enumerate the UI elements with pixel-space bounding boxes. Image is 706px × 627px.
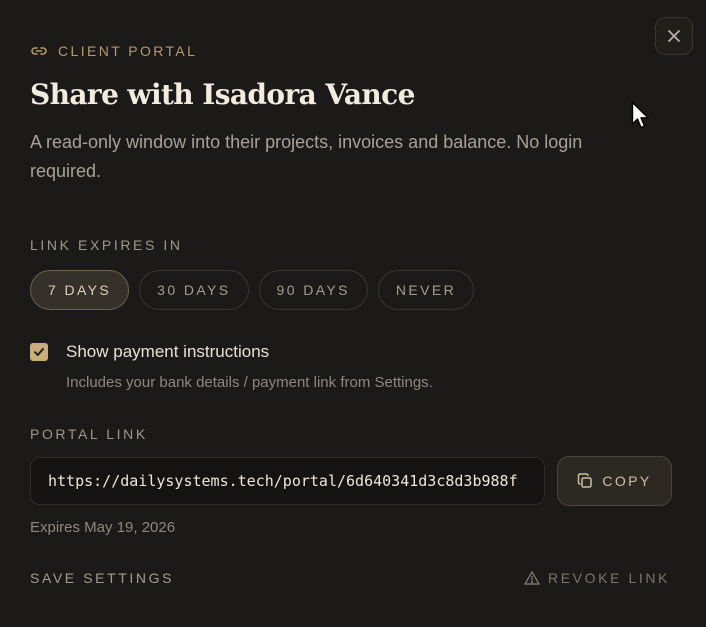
dialog-title: Share with Isadora Vance <box>30 78 415 111</box>
expiry-option-7-days[interactable]: 7 DAYS <box>30 270 130 310</box>
checkmark-icon <box>33 346 45 358</box>
close-button[interactable] <box>655 17 693 55</box>
save-settings-button[interactable]: SAVE SETTINGS <box>30 570 174 586</box>
payment-instructions-toggle[interactable]: Show payment instructions <box>30 342 269 362</box>
expiry-option-30-days[interactable]: 30 DAYS <box>139 270 249 310</box>
revoke-link-button[interactable]: REVOKE LINK <box>524 570 670 586</box>
revoke-button-label: REVOKE LINK <box>548 570 670 586</box>
copy-button-label: COPY <box>602 473 652 489</box>
link-expiry-text: Expires May 19, 2026 <box>30 519 176 536</box>
payment-instructions-checkbox[interactable] <box>30 343 48 361</box>
payment-instructions-label: Show payment instructions <box>66 342 270 361</box>
dialog-subtitle: A read-only window into their projects, … <box>30 132 583 181</box>
portal-link-field[interactable] <box>30 457 545 505</box>
expiry-option-90-days[interactable]: 90 DAYS <box>258 270 368 310</box>
eyebrow-label: CLIENT PORTAL <box>58 43 198 59</box>
expiry-section-label: LINK EXPIRES IN <box>30 237 183 253</box>
mouse-cursor-icon <box>631 101 651 131</box>
portal-link-input[interactable] <box>48 472 528 490</box>
copy-link-button[interactable]: COPY <box>557 456 672 506</box>
close-icon <box>667 29 681 43</box>
dialog-eyebrow: CLIENT PORTAL <box>30 42 197 60</box>
expiry-options: 7 DAYS 30 DAYS 90 DAYS NEVER <box>30 270 475 310</box>
portal-link-label: PORTAL LINK <box>30 426 148 442</box>
warning-icon <box>524 570 540 586</box>
copy-icon <box>577 473 593 489</box>
payment-instructions-help: Includes your bank details / payment lin… <box>66 374 433 391</box>
share-portal-dialog: CLIENT PORTAL Share with Isadora Vance A… <box>0 0 706 627</box>
expiry-option-never[interactable]: NEVER <box>377 270 475 310</box>
link-icon <box>30 42 48 60</box>
